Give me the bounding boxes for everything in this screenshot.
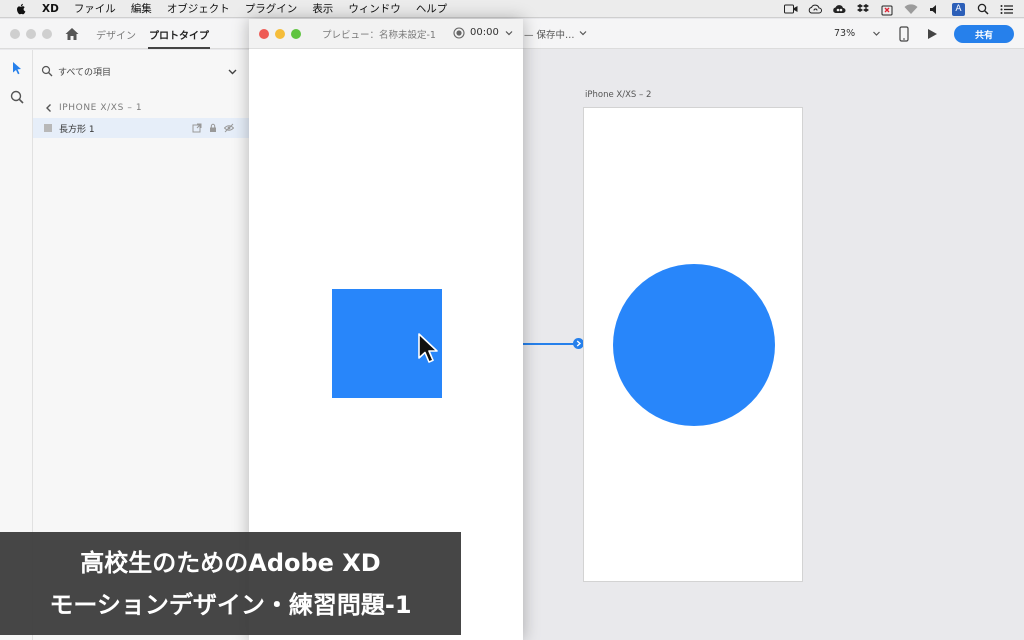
chevron-down-icon[interactable]	[227, 66, 238, 77]
menu-bar-status-area: A	[783, 0, 1014, 18]
layer-item[interactable]: 長方形 1	[33, 118, 249, 138]
menu-help[interactable]: ヘルプ	[416, 1, 448, 16]
mac-menu-bar: XD ファイル 編集 オブジェクト プラグイン 表示 ウィンドウ ヘルプ A	[0, 0, 1024, 18]
menu-edit[interactable]: 編集	[131, 1, 152, 16]
mouse-cursor-icon	[418, 333, 438, 363]
play-icon[interactable]	[925, 27, 939, 41]
recording-time: 00:00	[470, 27, 499, 38]
apple-menu-icon[interactable]	[14, 2, 28, 16]
artboard-name: IPHONE X/XS – 1	[59, 103, 143, 113]
lock-icon[interactable]	[208, 123, 218, 133]
ellipse-shape[interactable]	[613, 264, 775, 426]
hide-eye-icon[interactable]	[224, 123, 234, 133]
menu-plugins[interactable]: プラグイン	[245, 1, 298, 16]
preview-title: プレビュー：名称未設定-1	[322, 30, 436, 41]
window-minimize-button[interactable]	[26, 29, 36, 39]
layers-filter-label: すべての項目	[58, 68, 112, 78]
sync-error-icon[interactable]	[879, 2, 894, 16]
dropbox-icon[interactable]	[855, 2, 870, 16]
tab-design[interactable]: デザイン	[96, 27, 136, 42]
preview-close-button[interactable]	[259, 29, 269, 39]
menu-view[interactable]: 表示	[312, 1, 333, 16]
input-source-icon[interactable]: A	[951, 2, 966, 16]
menu-window[interactable]: ウィンドウ	[348, 1, 401, 16]
menu-file[interactable]: ファイル	[74, 1, 116, 16]
layer-name: 長方形 1	[59, 125, 95, 135]
video-caption: 高校生のためのAdobe XD モーションデザイン・練習問題-1	[0, 532, 461, 635]
active-tab-indicator	[148, 47, 210, 49]
artboard-iphone-2[interactable]	[583, 107, 803, 582]
search-icon	[41, 65, 53, 77]
preview-title-bar[interactable]: プレビュー：名称未設定-1 00:00	[249, 19, 523, 49]
chevron-down-icon[interactable]	[872, 29, 881, 38]
menu-object[interactable]: オブジェクト	[167, 1, 230, 16]
chevron-left-icon[interactable]	[44, 103, 54, 113]
tab-prototype[interactable]: プロトタイプ	[149, 27, 209, 42]
layers-filter[interactable]: すべての項目	[33, 60, 249, 82]
select-tool-icon[interactable]	[9, 60, 25, 76]
interaction-wire[interactable]	[523, 343, 580, 345]
input-source-letter: A	[952, 2, 965, 16]
export-icon[interactable]	[192, 123, 202, 133]
preview-zoom-button[interactable]	[291, 29, 301, 39]
facetime-icon[interactable]	[783, 2, 798, 16]
save-status: — 保存中…	[524, 30, 575, 41]
wifi-icon[interactable]	[903, 2, 918, 16]
rectangle-layer-icon	[44, 124, 52, 132]
window-close-button[interactable]	[10, 29, 20, 39]
artboard-label[interactable]: iPhone X/XS – 2	[585, 90, 651, 100]
creative-cloud-icon[interactable]	[831, 2, 846, 16]
menu-app-xd[interactable]: XD	[42, 3, 59, 15]
zoom-level[interactable]: 73%	[834, 28, 855, 39]
window-zoom-button[interactable]	[42, 29, 52, 39]
caption-line-2: モーションデザイン・練習問題-1	[49, 591, 412, 619]
creative-cloud-sync-icon[interactable]	[807, 2, 822, 16]
zoom-tool-icon[interactable]	[9, 89, 25, 105]
share-button[interactable]: 共有	[954, 25, 1014, 43]
chevron-down-icon[interactable]	[579, 29, 587, 37]
artboard-breadcrumb[interactable]: IPHONE X/XS – 1	[33, 100, 249, 118]
spotlight-icon[interactable]	[975, 2, 990, 16]
home-icon[interactable]	[64, 26, 80, 42]
chevron-down-icon[interactable]	[505, 29, 513, 37]
volume-icon[interactable]	[927, 2, 942, 16]
preview-minimize-button[interactable]	[275, 29, 285, 39]
caption-line-1: 高校生のためのAdobe XD	[80, 549, 381, 577]
record-icon[interactable]	[453, 27, 465, 39]
device-preview-icon[interactable]	[898, 26, 910, 42]
menu-list-icon[interactable]	[999, 2, 1014, 16]
